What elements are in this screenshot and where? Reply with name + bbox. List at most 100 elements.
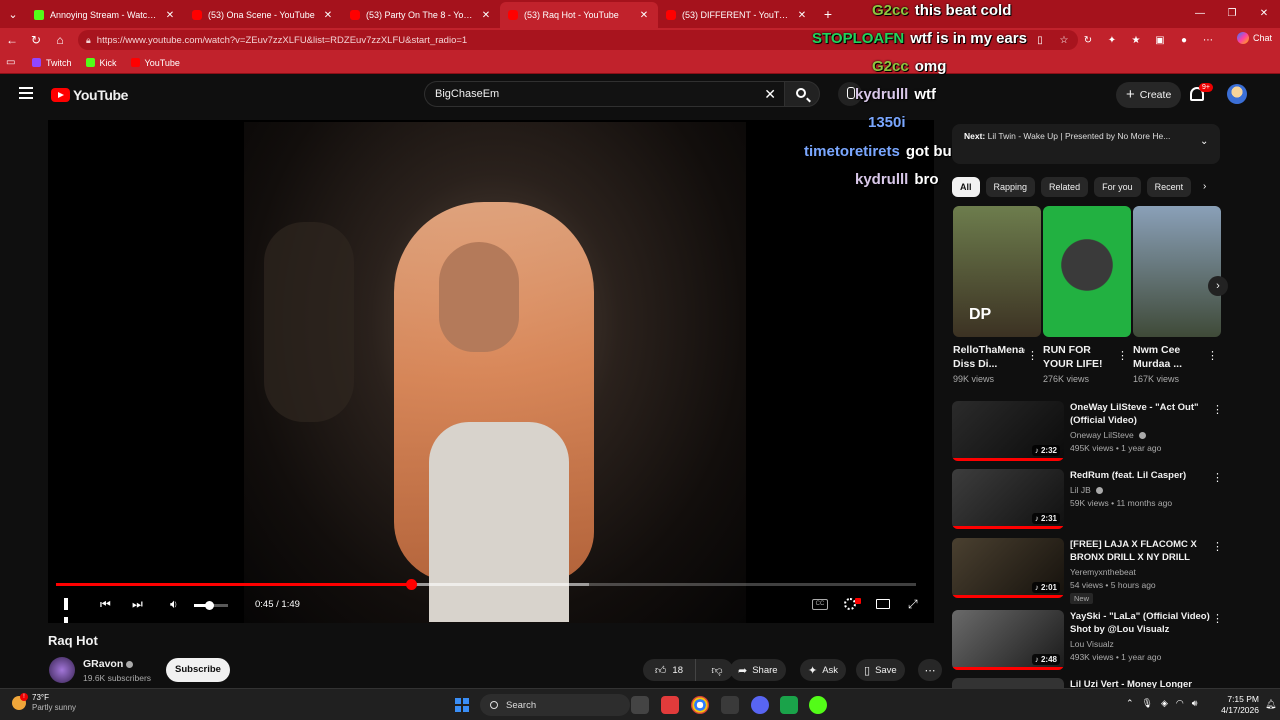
like-button[interactable]: 👍︎ 18 <box>643 659 696 681</box>
acrobat-app-icon[interactable] <box>661 696 679 714</box>
bookmark-twitch[interactable]: Twitch <box>32 58 72 68</box>
bookmark-youtube[interactable]: YouTube <box>130 58 180 68</box>
volume-slider[interactable] <box>194 601 228 610</box>
sidebar-toggle-icon[interactable]: ▭ <box>6 57 24 68</box>
chips-next-chevron-icon[interactable]: › <box>1203 181 1206 192</box>
short-item[interactable]: RUN FOR YOUR LIFE! 276K views ⋮ <box>1043 206 1131 384</box>
seek-handle[interactable] <box>406 579 417 590</box>
seek-bar[interactable] <box>56 579 916 590</box>
collections-icon[interactable]: ▣ <box>1148 35 1172 46</box>
theater-mode-button[interactable] <box>876 596 892 612</box>
chip-rapping[interactable]: Rapping <box>985 177 1036 197</box>
recommendation-thumbnail[interactable]: ♪ 2:32 <box>952 401 1064 461</box>
short-thumbnail[interactable]: DP <box>953 206 1041 337</box>
recommendation-item[interactable]: ♪ 2:01 [FREE] LAJA X FLACOMC X BRONX DRI… <box>952 538 1224 604</box>
extensions-icon[interactable]: ✦ <box>1100 35 1124 46</box>
hamburger-menu-icon[interactable] <box>19 87 33 99</box>
copilot-chat-button[interactable]: Chat <box>1236 32 1272 44</box>
subscribe-button[interactable]: Subscribe <box>166 658 230 682</box>
short-more-icon[interactable]: ⋮ <box>1117 349 1128 362</box>
recommendation-thumbnail[interactable]: ♪ 2:31 <box>952 469 1064 529</box>
system-clock[interactable]: 7:15 PM 4/17/2026 <box>1203 694 1259 716</box>
profile-icon[interactable]: ● <box>1172 35 1196 46</box>
create-button[interactable]: + Create <box>1116 82 1182 108</box>
recommendation-more-icon[interactable]: ⋮ <box>1212 403 1223 416</box>
more-options-icon[interactable]: ⋯ <box>1196 35 1220 46</box>
chip-related[interactable]: Related <box>1041 177 1089 197</box>
browser-tab[interactable]: (53) Raq Hot - YouTube ✕ <box>500 2 658 28</box>
favorite-star-icon[interactable]: ☆ <box>1052 35 1076 46</box>
recommendation-item[interactable]: ♪ 2:32 OneWay LilSteve - "Act Out" (Offi… <box>952 401 1224 465</box>
chevron-down-icon[interactable]: ⌄ <box>1200 136 1208 147</box>
refresh-icon[interactable]: ↻ <box>24 33 48 47</box>
account-avatar[interactable] <box>1227 84 1247 104</box>
short-thumbnail[interactable] <box>1133 206 1221 337</box>
tab-close-icon[interactable]: ✕ <box>480 10 492 21</box>
minimize-icon[interactable]: — <box>1184 0 1216 28</box>
browser-refresh-icon[interactable]: ↻ <box>1076 35 1100 46</box>
channel-avatar[interactable] <box>49 657 75 683</box>
next-button[interactable]: ⏭︎ <box>132 596 146 612</box>
windows-start-icon[interactable] <box>455 698 469 712</box>
youtube-logo[interactable]: YouTube <box>51 87 128 103</box>
more-actions-button[interactable]: ⋯ <box>918 659 942 681</box>
recommendation-channel[interactable]: Lou Visualz <box>1070 639 1114 649</box>
fullscreen-button[interactable]: ⤢ <box>908 596 924 612</box>
bookmark-kick[interactable]: Kick <box>85 58 117 68</box>
browser-tab[interactable]: (53) DIFFERENT - YouTube ✕ <box>658 2 816 28</box>
dislike-button[interactable]: 👎︎ <box>701 659 733 681</box>
up-next-panel[interactable]: Next: Lil Twin - Wake Up | Presented by … <box>952 124 1220 164</box>
previous-button[interactable]: ⏮︎ <box>100 596 114 612</box>
favorites-icon[interactable]: ★ <box>1124 35 1148 46</box>
browser-tab[interactable]: (53) Party On The 8 - YouTube ✕ <box>342 2 500 28</box>
notification-center-icon[interactable]: 🔔︎ <box>1265 699 1276 710</box>
browser-tab[interactable]: (53) Ona Scene - YouTube ✕ <box>184 2 342 28</box>
chrome-app-icon[interactable] <box>691 696 709 714</box>
tab-close-icon[interactable]: ✕ <box>322 10 334 21</box>
tab-actions-chevron-icon[interactable]: ⌄ <box>0 0 26 28</box>
volume-icon[interactable]: 🔉︎ <box>170 596 184 612</box>
recommendation-item[interactable]: Lil Uzi Vert - Money Longer <box>952 678 1224 688</box>
microphone-icon[interactable]: 🎙︎ <box>1142 698 1153 709</box>
home-icon[interactable]: ⌂ <box>48 33 72 47</box>
back-icon[interactable]: ← <box>0 33 24 47</box>
recommendation-item[interactable]: ♪ 2:31 RedRum (feat. Lil Casper) Lil JB … <box>952 469 1224 533</box>
recommendation-more-icon[interactable]: ⋮ <box>1212 612 1223 625</box>
discord-app-icon[interactable] <box>751 696 769 714</box>
chip-all[interactable]: All <box>952 177 980 197</box>
restore-icon[interactable]: ❐ <box>1216 0 1248 28</box>
new-tab-button[interactable]: + <box>816 6 840 22</box>
close-window-icon[interactable]: ✕ <box>1248 0 1280 28</box>
chip-for-you[interactable]: For you <box>1094 177 1141 197</box>
recommendation-channel[interactable]: Oneway LilSteve <box>1070 430 1147 440</box>
app-icon[interactable] <box>809 696 827 714</box>
pause-button[interactable] <box>64 596 76 623</box>
ask-button[interactable]: ✦ Ask <box>800 659 847 681</box>
share-button[interactable]: ➦ Share <box>730 659 786 681</box>
short-more-icon[interactable]: ⋮ <box>1207 349 1218 362</box>
wifi-icon[interactable]: ◠ <box>1176 698 1184 709</box>
lock-icon[interactable]: 🔒︎ <box>86 35 91 46</box>
split-screen-icon[interactable]: ▯ <box>1028 35 1052 46</box>
tray-app-icon[interactable]: ◈ <box>1161 698 1168 709</box>
captions-button[interactable]: CC <box>812 596 828 612</box>
tray-overflow-chevron-icon[interactable]: ⌃ <box>1126 698 1134 709</box>
tab-close-icon[interactable]: ✕ <box>164 10 176 21</box>
tab-close-icon[interactable]: ✕ <box>638 10 650 21</box>
video-player[interactable]: ⏮︎ ⏭︎ 🔉︎ 0:45 / 1:49 CC ⤢ <box>48 120 934 623</box>
volume-handle[interactable] <box>205 601 215 610</box>
channel-name[interactable]: GRavon <box>83 658 134 670</box>
short-thumbnail[interactable] <box>1043 206 1131 337</box>
shorts-next-arrow-icon[interactable]: › <box>1208 276 1228 296</box>
recommendation-channel[interactable]: Lil JB <box>1070 485 1104 495</box>
short-item[interactable]: Nwm Cee Murdaa ... 167K views ⋮ <box>1133 206 1221 384</box>
recommendation-channel[interactable]: Yeremyxnthebeat <box>1070 567 1136 577</box>
search-input[interactable]: BigChaseEm ✕ <box>424 81 784 107</box>
recommendation-thumbnail[interactable] <box>952 678 1064 688</box>
save-button[interactable]: ▯ Save <box>856 659 905 681</box>
task-view-icon[interactable] <box>631 696 649 714</box>
taskbar-search[interactable]: Search <box>480 694 630 716</box>
chip-recent[interactable]: Recent <box>1146 177 1192 197</box>
recommendation-thumbnail[interactable]: ♪ 2:01 <box>952 538 1064 598</box>
video-frame[interactable] <box>244 122 746 623</box>
